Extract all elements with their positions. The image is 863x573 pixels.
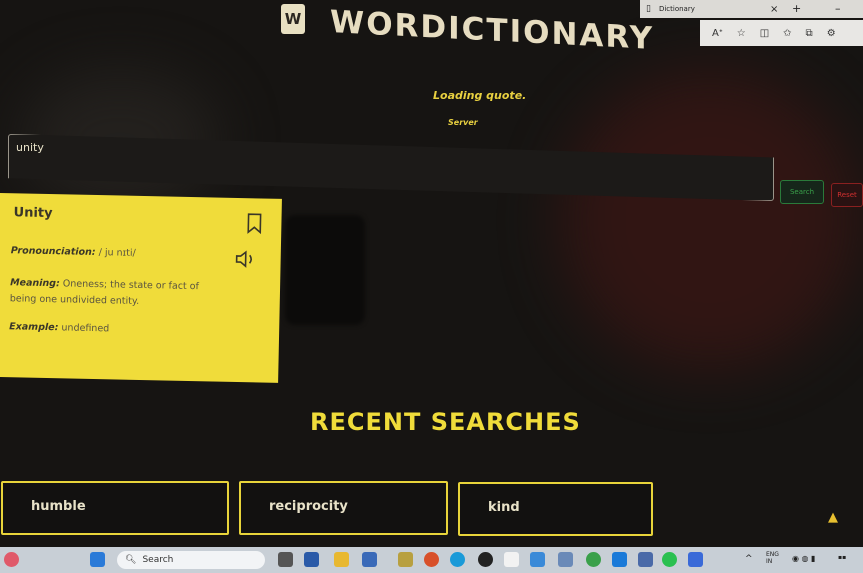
browser-tab-title[interactable]: Dictionary <box>659 5 695 13</box>
example-value: undefined <box>61 322 110 335</box>
clock[interactable]: ▪▪ <box>838 554 846 561</box>
pronunciation-label: Pronounciation: <box>10 245 96 259</box>
recent-search-item[interactable]: humble <box>1 481 229 535</box>
new-tab-icon[interactable]: + <box>792 2 801 15</box>
extensions-icon[interactable]: ⚙ <box>827 28 836 39</box>
split-screen-icon[interactable]: ◫ <box>760 28 769 39</box>
search-button[interactable]: Search <box>780 180 824 204</box>
browser-tab-bar: ▯ Dictionary × + – <box>640 0 863 18</box>
network-icon[interactable]: ◉ ◍ ▮ <box>792 554 815 563</box>
recent-search-item[interactable]: kind <box>458 482 653 536</box>
reset-button[interactable]: Reset <box>831 183 863 207</box>
collections-icon[interactable]: ⧉ <box>806 28 813 39</box>
speaker-icon[interactable] <box>234 250 256 268</box>
background-panel <box>285 215 365 325</box>
quote-source-text: Server <box>448 118 478 127</box>
widgets-icon[interactable] <box>4 552 19 567</box>
file-explorer-icon[interactable] <box>334 552 349 567</box>
photos-icon[interactable] <box>558 552 573 567</box>
github-icon[interactable] <box>478 552 493 567</box>
pronunciation-row: Pronounciation: / ju nɪti/ <box>11 243 136 262</box>
example-row: Example: undefined <box>9 319 109 337</box>
taskbar: 🔍︎ Search ^ ENG IN ◉ ◍ ▮ ▪▪ <box>0 547 863 573</box>
meaning-row: Meaning: Oneness; the state or fact of b… <box>10 275 221 311</box>
search-icon: 🔍︎ <box>125 555 137 565</box>
notion-icon[interactable] <box>504 552 519 567</box>
search-input-value[interactable]: unity <box>16 141 44 154</box>
taskbar-search[interactable]: 🔍︎ Search <box>117 551 265 569</box>
language-top: ENG <box>766 551 779 558</box>
example-label: Example: <box>9 321 59 334</box>
definition-word: Unity <box>13 205 53 222</box>
scroll-to-top-icon[interactable]: ▲ <box>828 510 838 525</box>
chat-icon[interactable] <box>304 552 319 567</box>
definition-card: Unity Pronounciation: / ju nɪti/ Meaning… <box>0 193 282 383</box>
app-icon[interactable] <box>398 552 413 567</box>
firefox-icon[interactable] <box>424 552 439 567</box>
start-icon[interactable] <box>90 552 105 567</box>
app-icon[interactable] <box>688 552 703 567</box>
recent-searches-heading: RECENT SEARCHES <box>310 408 581 436</box>
taskbar-search-label: Search <box>142 555 174 565</box>
chart-app-icon[interactable] <box>530 552 545 567</box>
quote-loading-text: Loading quote. <box>433 89 527 102</box>
favorites-icon[interactable]: ✩ <box>783 28 791 39</box>
language-indicator[interactable]: ENG IN <box>766 551 779 565</box>
browser-toolbar: Aᐩ ☆ ◫ ✩ ⧉ ⚙ <box>700 20 863 46</box>
chrome-icon[interactable] <box>586 552 601 567</box>
tab-close-icon[interactable]: × <box>770 4 778 15</box>
whatsapp-icon[interactable] <box>662 552 677 567</box>
favorite-star-icon[interactable]: ☆ <box>737 28 746 39</box>
minimize-icon[interactable]: – <box>835 2 841 15</box>
search-input[interactable] <box>8 134 774 201</box>
meaning-label: Meaning: <box>10 277 60 290</box>
app-logo: W <box>281 4 305 34</box>
task-view-icon[interactable] <box>278 552 293 567</box>
background-blob <box>560 70 860 370</box>
pronunciation-value: / ju nɪti/ <box>98 247 136 259</box>
read-aloud-icon[interactable]: Aᐩ <box>712 28 723 39</box>
recent-search-item[interactable]: reciprocity <box>239 481 448 535</box>
app-icon[interactable] <box>638 552 653 567</box>
edge-icon[interactable] <box>450 552 465 567</box>
page-icon: ▯ <box>646 4 651 14</box>
vscode-icon[interactable] <box>612 552 627 567</box>
bookmark-icon[interactable] <box>245 212 263 235</box>
app-title: WORDICTIONARY <box>330 4 655 57</box>
tray-chevron-icon[interactable]: ^ <box>745 554 753 564</box>
language-bottom: IN <box>766 558 773 565</box>
store-icon[interactable] <box>362 552 377 567</box>
